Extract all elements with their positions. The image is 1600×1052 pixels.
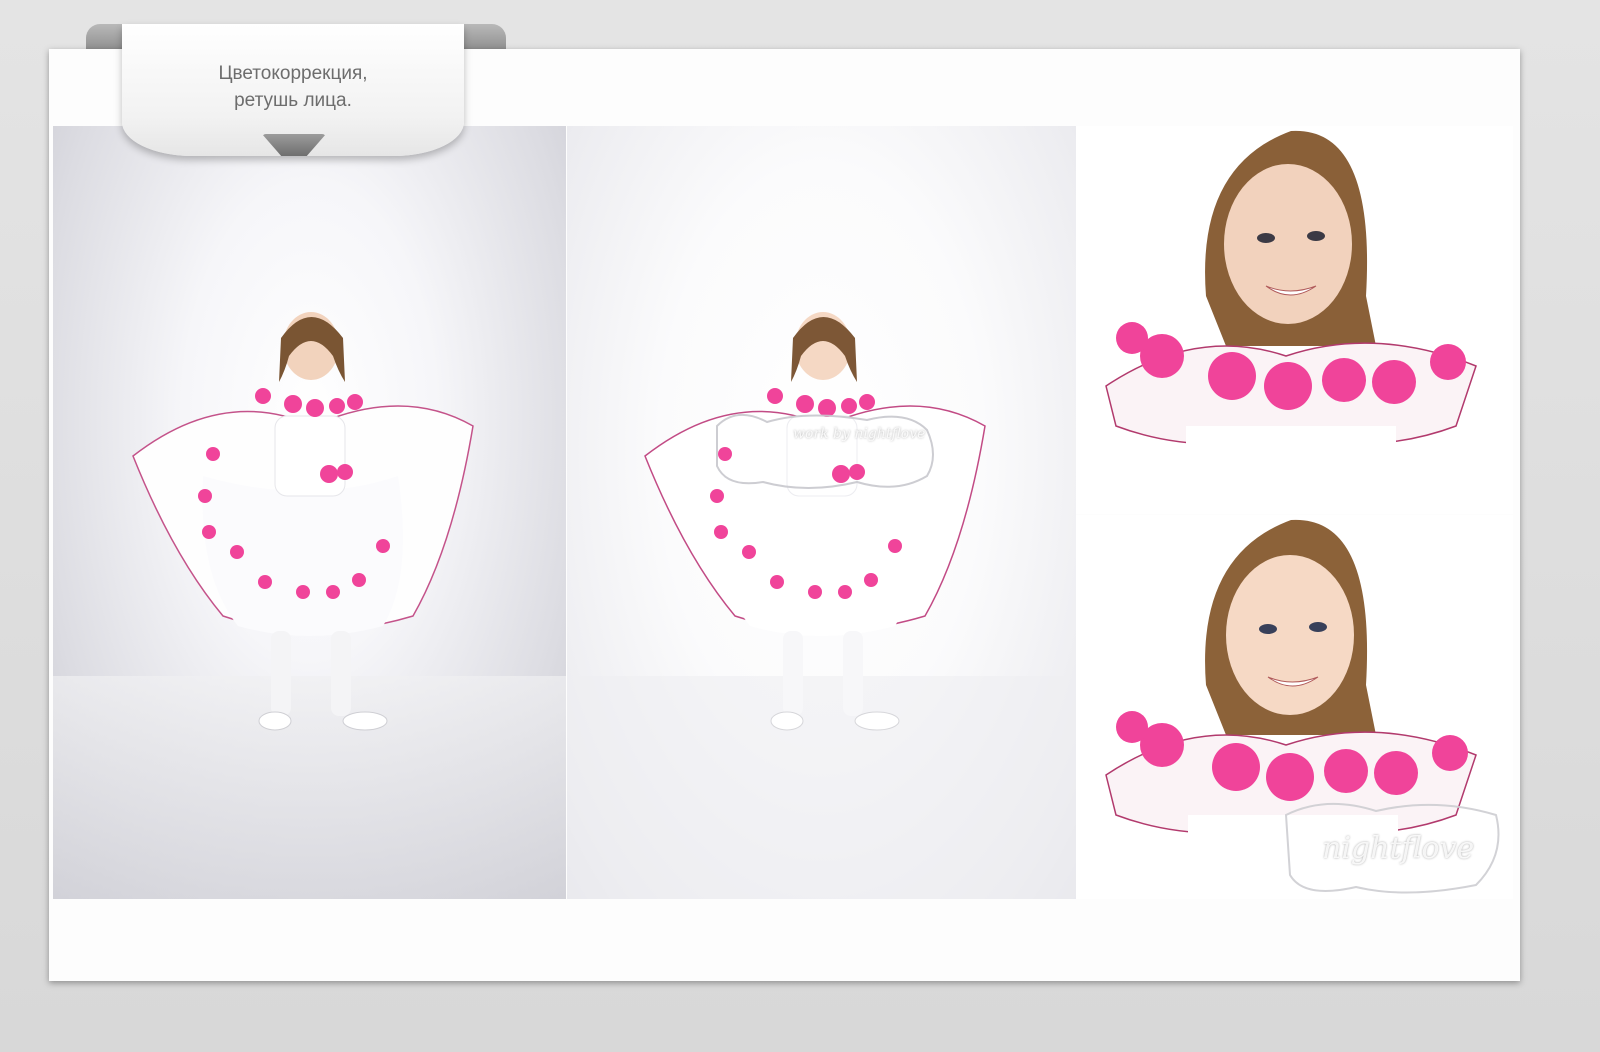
photo-face-closeup-after: nightflove <box>1076 515 1513 899</box>
photo-face-closeup-before <box>1076 126 1513 514</box>
girl-standing-icon <box>53 312 566 899</box>
caption-line-1: Цветокоррекция, <box>218 63 368 84</box>
girl-standing-retouched-icon <box>567 312 1076 899</box>
girl-face-closeup-icon <box>1105 130 1477 514</box>
album-sheet: work by nightflove nightflove <box>49 49 1520 981</box>
photo-after-full-body: work by nightflove <box>567 126 1076 899</box>
caption-text: Цветокоррекция, ретушь лица. <box>122 60 464 114</box>
photo-before-full-body <box>53 126 566 899</box>
watermark-text: work by nightflove <box>793 426 926 442</box>
caption-line-2: ретушь лица. <box>234 90 352 111</box>
watermark-text: nightflove <box>1322 831 1475 866</box>
